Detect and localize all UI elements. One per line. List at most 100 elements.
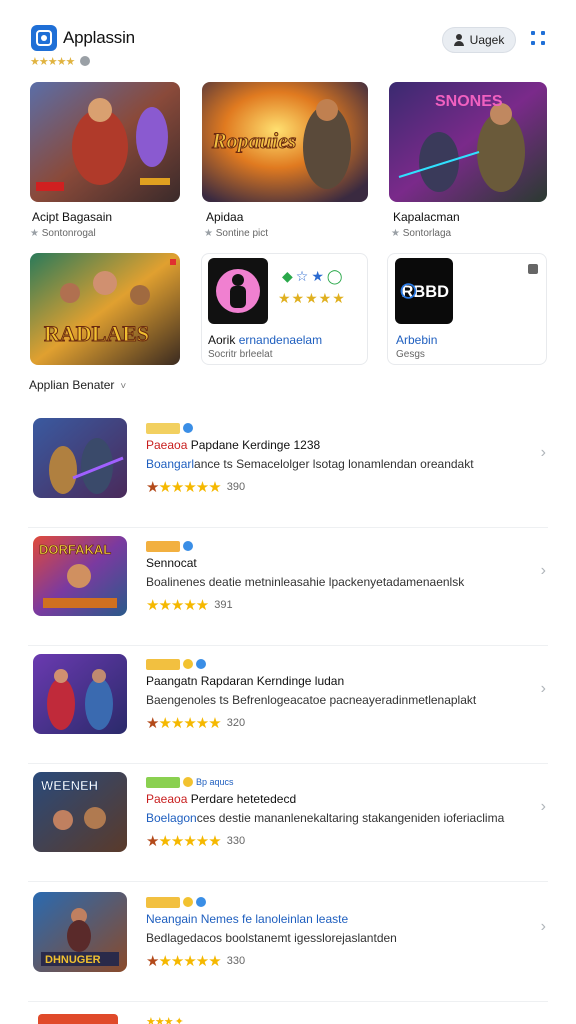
badge-icon bbox=[183, 777, 193, 787]
list-item-title: Paangatn Rapdaran Kerndinge ludan bbox=[146, 674, 345, 688]
badges bbox=[146, 422, 193, 434]
featured-image: Ropauies bbox=[202, 82, 368, 202]
rating-count: 330 bbox=[226, 955, 246, 967]
badge-icon bbox=[196, 659, 206, 669]
chevron-right-icon[interactable]: › bbox=[541, 798, 546, 816]
featured-card[interactable]: SNONES Kapalacman Sontorlaga bbox=[389, 82, 547, 242]
badge-icon bbox=[196, 897, 206, 907]
list-item-description: Boalinenes deatie metninleasahie lpacken… bbox=[146, 575, 465, 589]
list-item-description: Boangarlance ts Semacelolger lsotag lona… bbox=[146, 457, 474, 471]
rating-stars: ★★★★★ bbox=[30, 56, 75, 68]
list-item-title: Paeaoa Perdare hetetedecd bbox=[146, 792, 297, 806]
list-item-thumbnail bbox=[33, 418, 127, 498]
chevron-right-icon[interactable]: › bbox=[541, 918, 546, 936]
badge-icon bbox=[183, 897, 193, 907]
featured-subtitle: Sontorlaga bbox=[391, 228, 451, 239]
app-icon: RBBD bbox=[395, 258, 453, 324]
list-item-thumbnail: WEENEH bbox=[33, 772, 127, 852]
rating-stars-partial: ★★★ ✦ bbox=[146, 1016, 184, 1024]
person-icon bbox=[453, 34, 464, 46]
rating-count: 390 bbox=[226, 481, 246, 493]
list-item[interactable]: Paangatn Rapdaran Kerndinge ludan Baenge… bbox=[28, 646, 548, 764]
rating-count: 330 bbox=[226, 835, 246, 847]
svg-text:WEENEH: WEENEH bbox=[41, 778, 98, 793]
section-title[interactable]: Applian Benater ˅ bbox=[29, 378, 126, 392]
badge-icon bbox=[183, 423, 193, 433]
list-item-rating: ★★★★★★ 390 bbox=[146, 478, 245, 496]
svg-text:DHNUGER: DHNUGER bbox=[45, 954, 101, 966]
list-item-thumbnail: DHNUGER bbox=[33, 892, 127, 972]
list-item-title: Paeaoa Papdane Kerdinge 1238 bbox=[146, 438, 321, 452]
badges bbox=[146, 896, 206, 908]
app-card[interactable]: RBBD Arbebin Gesgs bbox=[387, 253, 547, 365]
app-card-subtitle: Socritr brleelat bbox=[208, 349, 273, 360]
banner-text: Ropauies bbox=[211, 128, 296, 153]
list-item[interactable]: DORFAKAL Sennocat Boalinenes deatie metn… bbox=[28, 528, 548, 646]
featured-title: Kapalacman bbox=[393, 210, 460, 224]
banner-text: SNONES bbox=[435, 93, 503, 110]
list-item-rating: ★★★★★★ 330 bbox=[146, 832, 245, 850]
featured-image bbox=[30, 82, 180, 202]
badge bbox=[146, 540, 180, 552]
featured-subtitle: Sontonrogal bbox=[30, 228, 96, 239]
header: Applassin ★★★★★ Uagek bbox=[0, 0, 576, 80]
featured-card[interactable]: Acipt Bagasain Sontonrogal bbox=[30, 82, 180, 242]
svg-text:DORFAKAL: DORFAKAL bbox=[39, 542, 111, 557]
badges: Bp aqucs bbox=[146, 776, 234, 788]
chevron-right-icon[interactable]: › bbox=[541, 562, 546, 580]
info-icon bbox=[80, 56, 91, 66]
app-logo-icon bbox=[31, 25, 57, 51]
rating-stars: ★★★★★★ bbox=[146, 953, 222, 970]
rating-stars: ★★★★★ bbox=[146, 597, 209, 614]
icon-row: ◆☆★◯ bbox=[282, 268, 346, 284]
list-item-title: Neangain Nemes fe lanoleinlan leaste bbox=[146, 912, 349, 926]
rating-stars: ★★★★★★ bbox=[146, 479, 222, 496]
rating-stars: ★★★★★★ bbox=[146, 715, 222, 732]
list-item-rating: ★★★★★★ 320 bbox=[146, 714, 245, 732]
list-item-description: Bedlagedacos boolstanemt igesslorejaslan… bbox=[146, 931, 397, 945]
chevron-right-icon[interactable]: › bbox=[541, 444, 546, 462]
list-item-rating: ★★★★★ 391 bbox=[146, 596, 233, 614]
login-label: Uagek bbox=[469, 33, 505, 47]
app-card-subtitle: Gesgs bbox=[396, 349, 425, 360]
grid-menu-icon[interactable] bbox=[531, 31, 547, 47]
list-item[interactable]: DHNUGER Neangain Nemes fe lanoleinlan le… bbox=[28, 884, 548, 1002]
rating-count: 320 bbox=[226, 717, 246, 729]
app-card-title: Arbebin bbox=[396, 333, 438, 347]
list-item[interactable]: WEENEH Bp aqucs Paeaoa Perdare hetetedec… bbox=[28, 764, 548, 882]
app-card[interactable]: ◆☆★◯ ★★★★★ Aorik ernandenaelam Socritr b… bbox=[201, 253, 368, 365]
app-card-title: Aorik ernandenaelam bbox=[208, 333, 323, 347]
featured-title: Acipt Bagasain bbox=[32, 210, 113, 224]
chevron-down-icon: ˅ bbox=[120, 381, 127, 392]
featured-image: SNONES bbox=[389, 82, 547, 202]
featured-title: Apidaa bbox=[206, 210, 244, 224]
app-icon bbox=[208, 258, 268, 324]
featured-card[interactable]: Ropauies Apidaa Sontine pict bbox=[202, 82, 368, 242]
list-item-title: Sennocat bbox=[146, 556, 197, 570]
badges bbox=[146, 658, 206, 670]
list-item-thumbnail: DORFAKAL bbox=[33, 536, 127, 616]
featured-image: RADLAES bbox=[30, 253, 180, 365]
badge-icon bbox=[183, 541, 193, 551]
app-title: Applassin bbox=[63, 28, 135, 47]
list-item-thumbnail bbox=[33, 654, 127, 734]
chevron-right-icon[interactable]: › bbox=[541, 680, 546, 698]
badge bbox=[146, 896, 180, 908]
badge bbox=[146, 776, 180, 788]
list-item-description: Boelagonces destie mananlenekaltaring st… bbox=[146, 811, 505, 825]
list-item[interactable]: Paeaoa Papdane Kerdinge 1238 Boangarlanc… bbox=[28, 410, 548, 528]
featured-subtitle: Sontine pict bbox=[204, 228, 268, 239]
list-item-description: Baengenoles ts Befrenlogeacatoe pacneaye… bbox=[146, 693, 477, 707]
badge bbox=[146, 658, 180, 670]
featured-banner-card[interactable]: RADLAES bbox=[30, 253, 180, 365]
badge bbox=[146, 422, 180, 434]
rating-count: 391 bbox=[214, 599, 233, 611]
badge-label: Bp aqucs bbox=[196, 777, 234, 787]
banner-text: RADLAES bbox=[44, 321, 149, 346]
list-item-thumbnail-partial bbox=[38, 1014, 118, 1024]
login-button[interactable]: Uagek bbox=[442, 27, 516, 53]
list-item-rating: ★★★★★★ 330 bbox=[146, 952, 245, 970]
bookmark-icon[interactable] bbox=[528, 264, 538, 274]
badge-icon bbox=[183, 659, 193, 669]
badges bbox=[146, 540, 193, 552]
